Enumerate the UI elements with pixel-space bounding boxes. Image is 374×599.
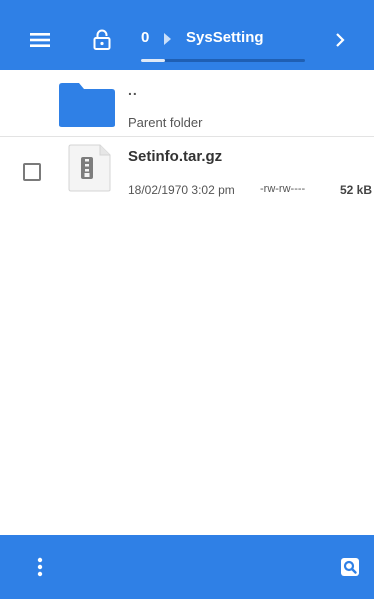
breadcrumb-scroll-track <box>141 59 305 62</box>
next-folder-button[interactable] <box>322 22 358 58</box>
more-options-button[interactable] <box>22 549 58 585</box>
file-manager-app: 0 SysSetting .. Parent folder Setinfo.ta… <box>0 0 374 599</box>
archive-file-icon <box>68 144 111 192</box>
file-size: 52 kB <box>340 183 373 197</box>
hamburger-menu-icon <box>30 33 50 47</box>
top-app-bar: 0 SysSetting <box>0 0 374 70</box>
lock-toggle-button[interactable] <box>84 22 120 58</box>
parent-folder-row[interactable]: .. Parent folder <box>0 70 374 136</box>
breadcrumb-separator-icon <box>164 33 171 45</box>
search-icon <box>341 558 359 576</box>
bottom-app-bar <box>0 535 374 599</box>
parent-folder-name: .. <box>128 82 138 98</box>
chevron-right-icon <box>336 33 345 47</box>
file-select-checkbox[interactable] <box>23 163 41 181</box>
file-row[interactable]: Setinfo.tar.gz 18/02/1970 3:02 pm -rw-rw… <box>0 137 374 203</box>
unlock-icon <box>93 29 111 50</box>
search-button[interactable] <box>332 549 368 585</box>
breadcrumb-scroll-thumb[interactable] <box>141 59 165 62</box>
file-modified-date: 18/02/1970 3:02 pm <box>128 183 235 197</box>
menu-button[interactable] <box>22 22 58 58</box>
folder-icon <box>59 83 115 127</box>
parent-folder-label: Parent folder <box>128 115 203 130</box>
breadcrumb-current[interactable]: SysSetting <box>186 29 264 46</box>
breadcrumb-root[interactable]: 0 <box>141 29 149 46</box>
file-permissions: -rw-rw---- <box>260 183 306 195</box>
more-vertical-icon <box>37 557 43 577</box>
file-name: Setinfo.tar.gz <box>128 148 223 165</box>
